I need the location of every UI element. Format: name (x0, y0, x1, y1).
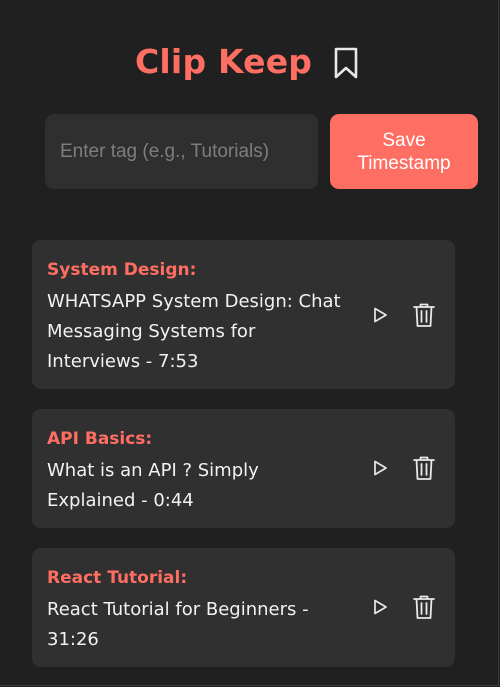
play-button[interactable] (366, 593, 394, 621)
play-icon (374, 460, 387, 476)
trash-icon (413, 303, 435, 327)
timestamp-title: React Tutorial for Beginners - 31:26 (47, 599, 309, 650)
timestamp-card: React Tutorial: React Tutorial for Begin… (32, 548, 455, 667)
delete-button[interactable] (410, 454, 438, 482)
tag-input[interactable] (45, 114, 318, 189)
timestamp-tag: System Design: (47, 260, 197, 280)
timestamp-tag: API Basics: (47, 429, 153, 449)
timestamp-card: API Basics: What is an API ? Simply Expl… (32, 409, 455, 528)
bookmark-icon (333, 46, 359, 80)
play-icon (374, 307, 387, 323)
play-button[interactable] (366, 301, 394, 329)
trash-icon (413, 595, 435, 619)
play-button[interactable] (366, 454, 394, 482)
app-title: Clip Keep (135, 42, 313, 81)
trash-icon (413, 456, 435, 480)
timestamp-title: What is an API ? Simply Explained - 0:44 (47, 460, 259, 511)
delete-button[interactable] (410, 593, 438, 621)
timestamp-title: WHATSAPP System Design: Chat Messaging S… (47, 291, 341, 372)
save-timestamp-button[interactable]: Save Timestamp (330, 114, 478, 189)
delete-button[interactable] (410, 301, 438, 329)
timestamp-card: System Design: WHATSAPP System Design: C… (32, 240, 455, 389)
play-icon (374, 599, 387, 615)
header: Clip Keep (0, 40, 500, 86)
timestamp-tag: React Tutorial: (47, 568, 188, 588)
